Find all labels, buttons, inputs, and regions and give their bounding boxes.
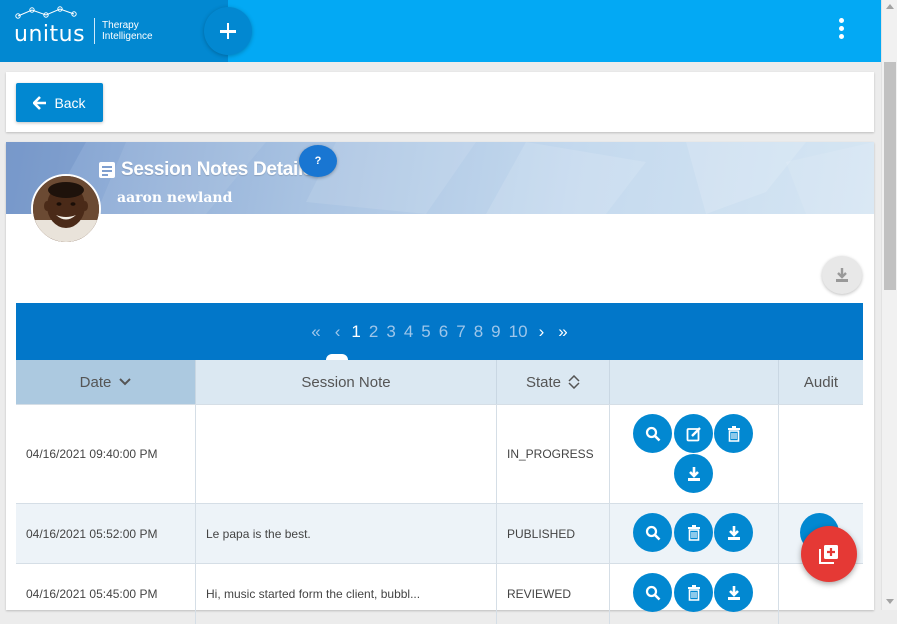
download-icon xyxy=(727,585,740,600)
top-app-bar: unitus Therapy Intelligence xyxy=(0,0,881,62)
view-button[interactable] xyxy=(633,513,672,552)
column-header-state-label: State xyxy=(525,373,562,391)
download-icon xyxy=(836,268,848,282)
cell-session-note: Le papa is the best. xyxy=(196,504,497,563)
app-logo[interactable]: unitus Therapy Intelligence xyxy=(14,6,153,48)
back-button-label: Back xyxy=(54,94,86,111)
column-header-date[interactable]: Date xyxy=(16,360,196,404)
first-page-icon[interactable]: « xyxy=(311,322,320,342)
logo-area: unitus Therapy Intelligence xyxy=(0,0,228,62)
logo-tagline-line2: Intelligence xyxy=(102,31,153,42)
page-1-link[interactable]: 1 xyxy=(351,322,360,342)
page-9-link[interactable]: 9 xyxy=(491,322,500,342)
view-button[interactable] xyxy=(633,414,672,453)
logo-divider xyxy=(94,18,96,44)
logo-tagline: Therapy Intelligence xyxy=(102,20,153,42)
column-header-session-note: Session Note xyxy=(196,360,497,404)
cell-state: IN_PROGRESS xyxy=(497,405,610,503)
back-button[interactable]: Back xyxy=(16,83,103,122)
patient-name: aaron newland xyxy=(117,190,233,206)
page-10-link[interactable]: 10 xyxy=(509,322,528,342)
page-8-link[interactable]: 8 xyxy=(474,322,483,342)
cell-date: 04/16/2021 05:52:00 PM xyxy=(16,504,196,563)
cell-session-note xyxy=(196,405,497,503)
sort-desc-icon xyxy=(119,378,132,386)
search-icon xyxy=(645,585,660,600)
scroll-up-arrow-icon[interactable] xyxy=(886,4,894,9)
cell-audit xyxy=(779,405,863,503)
column-header-date-label: Date xyxy=(79,373,112,391)
arrow-left-icon xyxy=(33,95,47,110)
last-page-icon[interactable]: » xyxy=(558,322,567,342)
trash-icon xyxy=(727,425,740,442)
back-toolbar-card: Back xyxy=(6,72,874,132)
add-note-icon xyxy=(819,545,838,564)
add-session-note-fab[interactable] xyxy=(801,526,857,582)
search-icon xyxy=(645,525,660,540)
pagination-bar: « ‹ 1 2 3 4 5 6 7 8 9 10 › » xyxy=(16,303,863,360)
page-4-link[interactable]: 4 xyxy=(404,322,413,342)
logo-network-graphic xyxy=(15,6,77,19)
page-7-link[interactable]: 7 xyxy=(456,322,465,342)
logo-tagline-line1: Therapy xyxy=(102,20,139,31)
search-icon xyxy=(645,426,660,441)
cell-state: REVIEWED xyxy=(497,564,610,624)
download-button[interactable] xyxy=(714,513,753,552)
column-header-audit-label: Audit xyxy=(803,373,839,391)
scroll-down-arrow-icon[interactable] xyxy=(886,599,894,604)
title-row: Session Notes Details xyxy=(99,159,314,181)
view-button[interactable] xyxy=(633,573,672,612)
cell-session-note: Hi, music started form the client, bubbl… xyxy=(196,564,497,624)
download-all-button[interactable] xyxy=(822,256,862,294)
download-icon xyxy=(687,466,700,481)
page-5-link[interactable]: 5 xyxy=(421,322,430,342)
column-header-state[interactable]: State xyxy=(497,360,610,404)
download-icon xyxy=(727,525,740,540)
delete-button[interactable] xyxy=(674,573,713,612)
cell-date: 04/16/2021 05:45:00 PM xyxy=(16,564,196,624)
column-header-actions xyxy=(610,360,779,404)
logo-wordmark: unitus xyxy=(14,21,86,47)
page-scrollbar[interactable] xyxy=(881,0,897,610)
patient-avatar xyxy=(31,174,101,244)
page-6-link[interactable]: 6 xyxy=(439,322,448,342)
header-banner: Session Notes Details ? aaron newland xyxy=(6,142,874,214)
prev-page-icon[interactable]: ‹ xyxy=(335,322,341,342)
delete-button[interactable] xyxy=(714,414,753,453)
cell-state: PUBLISHED xyxy=(497,504,610,563)
help-button[interactable]: ? xyxy=(299,145,337,177)
page-2-link[interactable]: 2 xyxy=(369,322,378,342)
scrollbar-thumb[interactable] xyxy=(884,62,896,290)
edit-icon xyxy=(686,426,701,441)
next-page-icon[interactable]: › xyxy=(539,322,545,342)
column-header-audit: Audit xyxy=(779,360,863,404)
trash-icon xyxy=(687,524,700,541)
download-button[interactable] xyxy=(714,573,753,612)
column-header-session-note-label: Session Note xyxy=(301,373,391,391)
cell-date: 04/16/2021 09:40:00 PM xyxy=(16,405,196,503)
delete-button[interactable] xyxy=(674,513,713,552)
table-header: Date Session Note State Audit xyxy=(16,360,863,404)
page-3-link[interactable]: 3 xyxy=(386,322,395,342)
trash-icon xyxy=(687,584,700,601)
add-new-button[interactable] xyxy=(204,7,252,55)
page-title: Session Notes Details xyxy=(121,159,314,180)
notes-icon xyxy=(99,162,115,178)
more-options-icon[interactable] xyxy=(835,18,847,44)
download-button[interactable] xyxy=(674,454,713,493)
sort-icon xyxy=(568,375,580,389)
edit-button[interactable] xyxy=(674,414,713,453)
